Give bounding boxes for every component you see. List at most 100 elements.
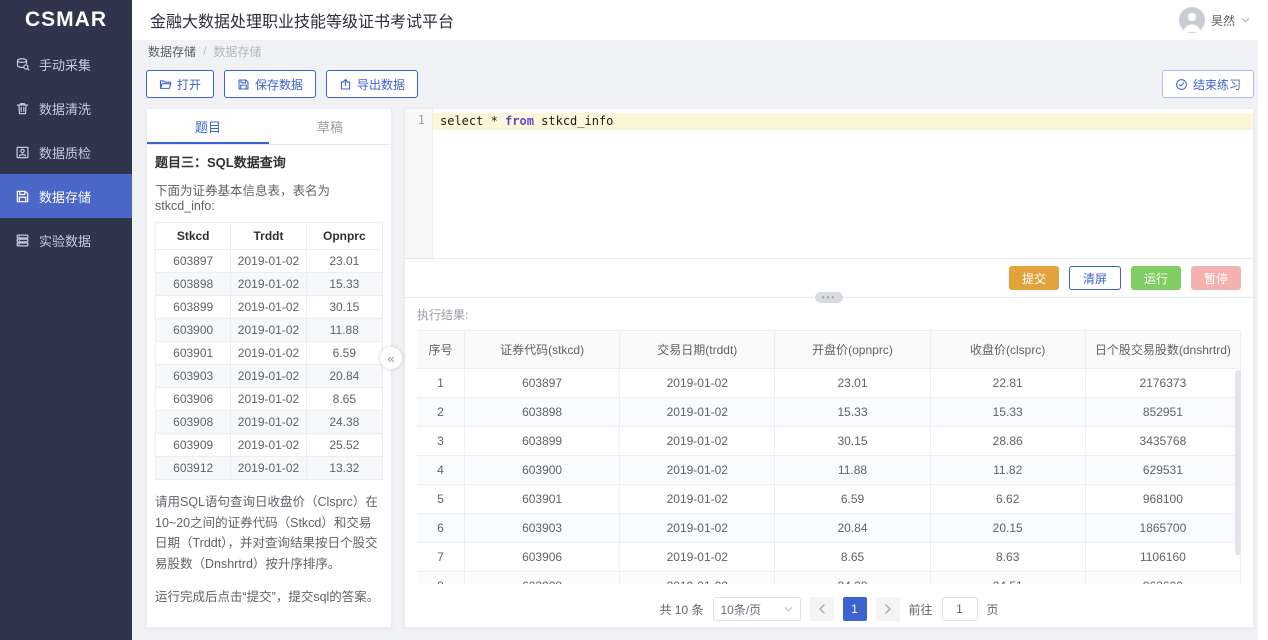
sidebar-menu: 手动采集 数据清洗 数据质检 数据存储 实验数据	[0, 40, 132, 262]
tab-draft[interactable]: 草稿	[269, 109, 391, 144]
results-scrollbar[interactable]	[1235, 370, 1241, 555]
breadcrumb-item-current: 数据存储	[213, 43, 261, 60]
server-icon	[15, 233, 30, 248]
question-note: 运行完成后点击“提交”，提交sql的答案。	[155, 587, 383, 608]
results-col-header: 开盘价(opnprc)	[775, 330, 930, 369]
export-icon	[339, 78, 352, 91]
results-col-header: 交易日期(trddt)	[620, 330, 775, 369]
tab-question[interactable]: 题目	[147, 109, 269, 144]
line-number: 1	[405, 113, 425, 127]
chevrons-left-icon: «	[387, 351, 394, 366]
question-tabs: 题目 草稿	[147, 109, 391, 145]
question-table-row: 603912 2019-01-02 13.32	[156, 457, 382, 480]
pause-button[interactable]: 暂停	[1191, 266, 1241, 290]
results-table-row: 1 603897 2019-01-02 23.01 22.81 2176373	[417, 369, 1241, 398]
results-col-header: 日个股交易股数(dnshrtrd)	[1086, 330, 1241, 369]
run-button[interactable]: 运行	[1131, 266, 1181, 290]
pagination-total: 共 10 条	[659, 601, 703, 618]
sql-token: select *	[440, 114, 505, 128]
page-title: 金融大数据处理职业技能等级证书考试平台	[150, 8, 454, 32]
finish-practice-button[interactable]: 结束练习	[1162, 70, 1254, 98]
question-table-row: 603898 2019-01-02 15.33	[156, 273, 382, 296]
goto-page-input[interactable]	[942, 597, 978, 621]
question-intro: 下面为证券基本信息表，表名为stkcd_info:	[155, 180, 383, 213]
results-table-row: 6 603903 2019-01-02 20.84 20.15 1865700	[417, 514, 1241, 543]
results-col-header: 收盘价(clsprc)	[931, 330, 1086, 369]
collapse-panel-button[interactable]: «	[380, 347, 402, 369]
question-text: 请用SQL语句查询日收盘价（Clsprc）在10~20之间的证券代码（Stkcd…	[155, 492, 383, 575]
save-icon	[15, 189, 30, 204]
sidebar-item-label: 实验数据	[39, 231, 91, 250]
breadcrumb-item[interactable]: 数据存储	[148, 43, 196, 60]
sidebar-item-data-qc[interactable]: 数据质检	[0, 130, 132, 174]
page-size-select[interactable]: 10条/页	[713, 597, 801, 621]
content-area: 打开 保存数据 导出数据 结束练习	[132, 62, 1268, 640]
sidebar: CSMAR 手动采集 数据清洗 数据质检 数据存储 实验数据	[0, 0, 132, 640]
page-number-button[interactable]: 1	[843, 597, 867, 621]
sidebar-item-label: 手动采集	[39, 55, 91, 74]
sidebar-item-data-clean[interactable]: 数据清洗	[0, 86, 132, 130]
csmar-logo: CSMAR	[0, 0, 132, 40]
sidebar-item-experiment-data[interactable]: 实验数据	[0, 218, 132, 262]
editor-code: select * from stkcd_info	[433, 109, 1253, 258]
avatar	[1179, 7, 1205, 33]
app-root: CSMAR 手动采集 数据清洗 数据质检 数据存储 实验数据	[0, 0, 1268, 640]
clear-screen-button[interactable]: 清屏	[1069, 266, 1121, 290]
toolbar: 打开 保存数据 导出数据 结束练习	[146, 70, 1254, 98]
sql-token: stkcd_info	[534, 114, 613, 128]
floppy-icon	[237, 78, 250, 91]
question-table-row: 603900 2019-01-02 11.88	[156, 319, 382, 342]
circle-check-icon	[1175, 78, 1188, 91]
chevron-right-icon	[884, 604, 892, 614]
results-table-row: 8 603908 2019-01-02 24.38 24.51 963600	[417, 572, 1241, 584]
sidebar-item-label: 数据清洗	[39, 99, 91, 118]
results-table-row: 2 603898 2019-01-02 15.33 15.33 852951	[417, 398, 1241, 427]
prev-page-button[interactable]	[810, 597, 834, 621]
open-button[interactable]: 打开	[146, 70, 214, 98]
sql-editor[interactable]: 1 select * from stkcd_info	[405, 109, 1253, 259]
user-menu[interactable]: 昊然	[1179, 7, 1250, 33]
sidebar-item-label: 数据存储	[39, 187, 91, 206]
next-page-button[interactable]	[876, 597, 900, 621]
question-col-header: Opnprc	[307, 223, 382, 250]
results-col-header: 证券代码(stkcd)	[465, 330, 620, 369]
chevron-down-icon	[1241, 17, 1250, 24]
results-col-header: 序号	[417, 330, 465, 369]
goto-unit-label: 页	[987, 601, 999, 618]
results-table-header: 序号 证券代码(stkcd) 交易日期(trddt) 开盘价(opnprc) 收…	[417, 330, 1241, 369]
pagination: 共 10 条 10条/页 1	[417, 584, 1241, 634]
results-label: 执行结果:	[417, 306, 1241, 323]
question-table-row: 603897 2019-01-02 23.01	[156, 250, 382, 273]
question-table-row: 603909 2019-01-02 25.52	[156, 434, 382, 457]
results-table-row: 4 603900 2019-01-02 11.88 11.82 629531	[417, 456, 1241, 485]
breadcrumb: 数据存储 / 数据存储	[132, 40, 1268, 62]
work-panel: 1 select * from stkcd_info 提交 清屏 运行 暂停 •…	[404, 108, 1254, 628]
database-search-icon	[15, 57, 30, 72]
question-table-header: Stkcd Trddt Opnprc	[156, 223, 382, 250]
resize-handle[interactable]: •••	[815, 292, 843, 303]
results-table-row: 7 603906 2019-01-02 8.65 8.63 1106160	[417, 543, 1241, 572]
folder-icon	[159, 78, 172, 91]
results-table: 序号 证券代码(stkcd) 交易日期(trddt) 开盘价(opnprc) 收…	[417, 330, 1241, 584]
chevron-left-icon	[818, 604, 826, 614]
sidebar-item-data-storage[interactable]: 数据存储	[0, 174, 132, 218]
question-panel: 题目 草稿 题目三：SQL数据查询 下面为证券基本信息表，表名为stkcd_in…	[146, 108, 392, 628]
sidebar-item-label: 数据质检	[39, 143, 91, 162]
results-table-row: 3 603899 2019-01-02 30.15 28.86 3435768	[417, 427, 1241, 456]
breadcrumb-separator: /	[203, 44, 206, 58]
export-data-button[interactable]: 导出数据	[326, 70, 418, 98]
sql-keyword-token: from	[505, 114, 534, 128]
page-scrollbar[interactable]	[1257, 40, 1268, 640]
chevron-down-icon	[784, 605, 793, 614]
question-table-row: 603901 2019-01-02 6.59	[156, 342, 382, 365]
save-data-button[interactable]: 保存数据	[224, 70, 316, 98]
question-table-row: 603906 2019-01-02 8.65	[156, 388, 382, 411]
question-title: 题目三：SQL数据查询	[155, 152, 383, 171]
code-line: select * from stkcd_info	[433, 113, 1253, 130]
question-table-row: 603908 2019-01-02 24.38	[156, 411, 382, 434]
question-table-rows: 603897 2019-01-02 23.01 603898 2019-01-0…	[156, 250, 382, 480]
editor-gutter: 1	[405, 109, 433, 258]
sidebar-item-manual-collect[interactable]: 手动采集	[0, 42, 132, 86]
submit-button[interactable]: 提交	[1009, 266, 1059, 290]
question-table-row: 603899 2019-01-02 30.15	[156, 296, 382, 319]
